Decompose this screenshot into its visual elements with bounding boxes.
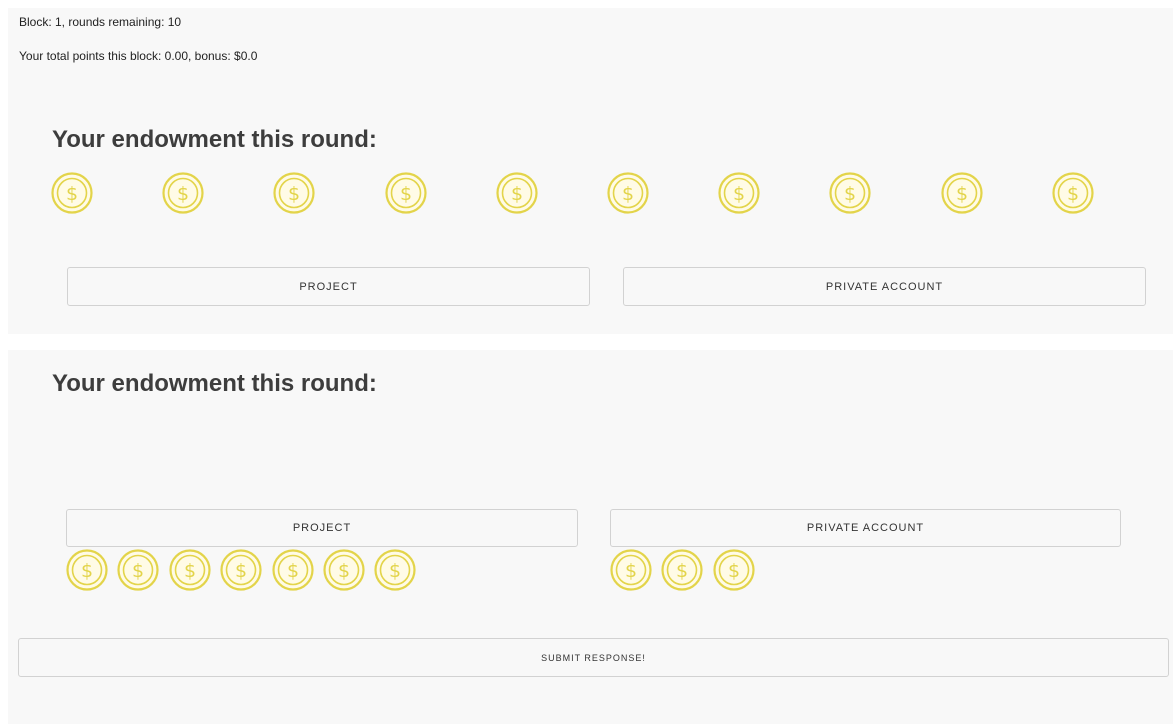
dollar-coin-icon[interactable]: $ (718, 172, 760, 214)
dollar-coin-icon[interactable]: $ (661, 549, 703, 591)
submit-response-button[interactable]: SUBMIT RESPONSE! (18, 638, 1169, 677)
dollar-coin-icon[interactable]: $ (713, 549, 755, 591)
dollar-coin-icon[interactable]: $ (66, 549, 108, 591)
svg-text:$: $ (728, 560, 740, 582)
svg-text:$: $ (733, 183, 745, 205)
private-account-drop-target[interactable]: PRIVATE ACCOUNT (610, 509, 1121, 547)
project-button[interactable]: PROJECT (67, 267, 590, 306)
dollar-coin-icon[interactable]: $ (607, 172, 649, 214)
svg-text:$: $ (622, 183, 634, 205)
dollar-coin-icon[interactable]: $ (1052, 172, 1094, 214)
svg-text:$: $ (288, 183, 300, 205)
dollar-coin-icon[interactable]: $ (829, 172, 871, 214)
svg-text:$: $ (676, 560, 688, 582)
dollar-coin-icon[interactable]: $ (51, 172, 93, 214)
dollar-coin-icon[interactable]: $ (220, 549, 262, 591)
dollar-coin-icon[interactable]: $ (374, 549, 416, 591)
dollar-coin-icon[interactable]: $ (610, 549, 652, 591)
svg-text:$: $ (66, 183, 78, 205)
svg-text:$: $ (400, 183, 412, 205)
dollar-coin-icon[interactable]: $ (273, 172, 315, 214)
private-account-button[interactable]: PRIVATE ACCOUNT (623, 267, 1146, 306)
dollar-coin-icon[interactable]: $ (940, 172, 983, 214)
svg-text:$: $ (1067, 183, 1079, 205)
points-status-text: Your total points this block: 0.00, bonu… (19, 49, 258, 63)
svg-text:$: $ (287, 560, 299, 582)
svg-text:$: $ (844, 183, 856, 205)
svg-text:$: $ (235, 560, 247, 582)
svg-text:$: $ (132, 560, 144, 582)
svg-text:$: $ (177, 183, 189, 205)
svg-text:$: $ (956, 183, 968, 205)
block-status-text: Block: 1, rounds remaining: 10 (19, 15, 182, 29)
dollar-coin-icon[interactable]: $ (323, 549, 365, 591)
dollar-coin-icon[interactable]: $ (117, 549, 159, 591)
dollar-coin-icon[interactable]: $ (496, 172, 538, 214)
project-drop-target[interactable]: PROJECT (66, 509, 578, 547)
allocation-heading: Your endowment this round: (52, 370, 377, 397)
endowment-heading: Your endowment this round: (52, 126, 377, 153)
dollar-coin-icon[interactable]: $ (169, 549, 211, 591)
svg-text:$: $ (511, 183, 523, 205)
svg-text:$: $ (184, 560, 196, 582)
dollar-coin-icon[interactable]: $ (162, 172, 204, 214)
svg-text:$: $ (338, 560, 350, 582)
dollar-coin-icon[interactable]: $ (384, 172, 427, 214)
svg-text:$: $ (625, 560, 637, 582)
svg-text:$: $ (389, 560, 401, 582)
svg-text:$: $ (81, 560, 93, 582)
dollar-coin-icon[interactable]: $ (271, 549, 314, 591)
